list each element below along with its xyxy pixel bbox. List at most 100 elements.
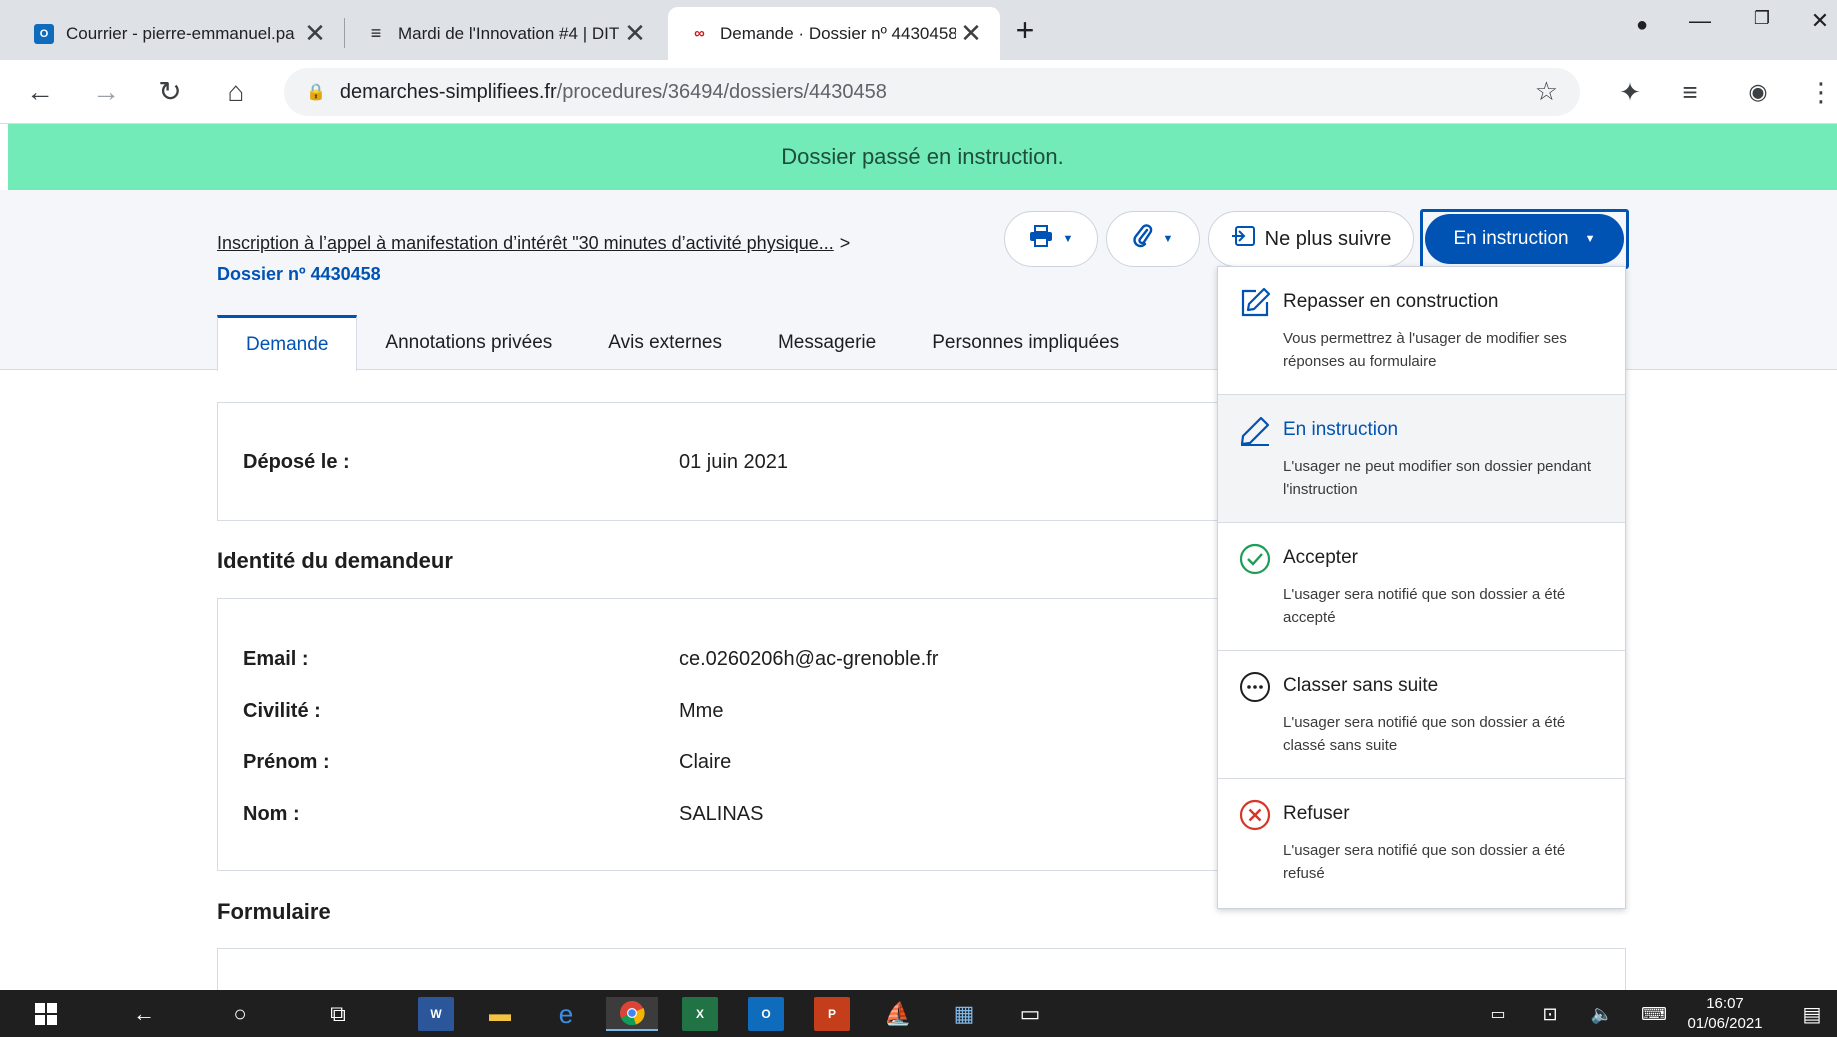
edit-square-icon — [1239, 287, 1271, 319]
email-label: Email : — [243, 648, 309, 670]
notifications-icon[interactable]: ▤ — [1794, 997, 1830, 1031]
instruction-state-label: En instruction — [1453, 228, 1569, 249]
civilite-value: Mme — [679, 700, 724, 722]
excel-icon[interactable]: X — [682, 997, 718, 1031]
menu-item-classer-sans-suite[interactable]: Classer sans suite L'usager sera notifié… — [1218, 651, 1625, 779]
menu-item-title: Repasser en construction — [1283, 291, 1499, 312]
taskbar-search-icon[interactable]: ○ — [222, 997, 258, 1031]
menu-item-repasser-en-construction[interactable]: Repasser en construction Vous permettrez… — [1218, 267, 1625, 395]
outlook-icon: O — [34, 23, 54, 44]
taskbar-back-icon[interactable]: ← — [126, 997, 162, 1031]
browser-tab-demande[interactable]: ∞ Demande · Dossier nº 4430458 ✕ — [668, 7, 1000, 60]
ditp-icon: ≡ — [370, 23, 382, 43]
minimize-icon[interactable]: — — [1680, 8, 1720, 34]
menu-item-accepter[interactable]: Accepter L'usager sera notifié que son d… — [1218, 523, 1625, 651]
ellipsis-circle-icon — [1239, 671, 1271, 703]
forward-icon[interactable]: → — [88, 74, 124, 110]
flash-message: Dossier passé en instruction. — [781, 144, 1064, 169]
volume-icon[interactable]: 🔈 — [1584, 997, 1620, 1031]
instruction-state-menu: Repasser en construction Vous permettrez… — [1217, 266, 1626, 909]
media-control-icon[interactable]: ≡ — [1672, 74, 1708, 110]
unfollow-icon — [1231, 226, 1255, 252]
paperclip-icon — [1132, 224, 1153, 254]
chevron-down-icon: ▼ — [1062, 233, 1074, 245]
new-tab-button[interactable]: + — [1005, 12, 1045, 49]
app-terminal-icon[interactable]: ▭ — [1012, 997, 1048, 1031]
unfollow-button[interactable]: Ne plus suivre — [1208, 211, 1414, 267]
system-clock[interactable]: 16:07 01/06/2021 — [1680, 994, 1770, 1034]
browser-toolbar: ← → ↻ ⌂ 🔒 demarches-simplifiees.fr/proce… — [0, 60, 1837, 124]
nom-label: Nom : — [243, 803, 300, 825]
internet-explorer-icon[interactable]: e — [548, 997, 584, 1031]
app-remote-icon[interactable]: ▦ — [946, 997, 982, 1031]
tab-messagerie[interactable]: Messagerie — [750, 316, 904, 370]
keyboard-icon[interactable]: ⌨ — [1636, 997, 1672, 1031]
chevron-down-icon: ▼ — [1162, 233, 1174, 245]
url-path: /procedures/36494/dossiers/4430458 — [556, 80, 887, 103]
word-icon[interactable]: W — [418, 997, 454, 1031]
close-icon[interactable]: ✕ — [956, 18, 986, 49]
email-value: ce.0260206h@ac-grenoble.fr — [679, 648, 939, 670]
browser-tab-strip: O Courrier - pierre-emmanuel.pa ✕ ≡ Mard… — [0, 0, 1837, 60]
reload-icon[interactable]: ↻ — [152, 74, 188, 110]
address-bar[interactable]: 🔒 demarches-simplifiees.fr/procedures/36… — [284, 68, 1580, 116]
windows-taskbar: ← ○ ⧉ W ▬ e X O P ⛵ ▦ ▭ ▭ ⊡ 🔈 ⌨ 16:07 01… — [0, 990, 1837, 1037]
form-section-title: Formulaire — [217, 899, 331, 924]
chrome-icon[interactable] — [606, 997, 658, 1031]
check-circle-icon — [1239, 543, 1271, 575]
profile-avatar-icon[interactable]: ◉ — [1740, 74, 1776, 110]
file-explorer-icon[interactable]: ▬ — [482, 997, 518, 1031]
deposit-value: 01 juin 2021 — [679, 451, 788, 473]
tab-demande[interactable]: Demande — [217, 315, 358, 371]
profile-menu-icon[interactable]: ● — [1622, 14, 1662, 37]
tab-avis-externes[interactable]: Avis externes — [580, 316, 750, 370]
app-boat-icon[interactable]: ⛵ — [880, 997, 916, 1031]
back-icon[interactable]: ← — [22, 74, 58, 110]
close-icon[interactable]: ✕ — [300, 18, 330, 49]
demarches-icon: ∞ — [694, 25, 705, 42]
screen: O Courrier - pierre-emmanuel.pa ✕ ≡ Mard… — [0, 0, 1837, 1037]
task-view-icon[interactable]: ⧉ — [320, 997, 356, 1031]
browser-tab-ditp[interactable]: ≡ Mardi de l'Innovation #4 | DITP ✕ — [346, 7, 664, 60]
menu-item-title: Accepter — [1283, 547, 1358, 568]
url-host: demarches-simplifiees.fr — [339, 80, 557, 103]
close-icon[interactable]: ✕ — [620, 18, 650, 49]
tab-personnes-impliquees[interactable]: Personnes impliquées — [904, 316, 1147, 370]
prenom-label: Prénom : — [243, 751, 330, 773]
nom-value: SALINAS — [679, 803, 764, 825]
window-close-icon[interactable]: ✕ — [1800, 8, 1837, 34]
dossier-tabs: Demande Annotations privées Avis externe… — [217, 315, 1147, 371]
menu-item-description: L'usager sera notifié que son dossier a … — [1283, 714, 1566, 754]
pencil-icon — [1239, 415, 1271, 447]
browser-tab-outlook[interactable]: O Courrier - pierre-emmanuel.pa ✕ — [14, 7, 344, 60]
breadcrumb-procedure-link[interactable]: Inscription à l’appel à manifestation d’… — [217, 233, 834, 253]
bookmark-star-icon[interactable]: ☆ — [1535, 76, 1558, 107]
menu-item-en-instruction[interactable]: En instruction L'usager ne peut modifier… — [1218, 395, 1625, 523]
tab-annotations-privees[interactable]: Annotations privées — [357, 316, 580, 370]
outlook-taskbar-icon[interactable]: O — [748, 997, 784, 1031]
menu-item-refuser[interactable]: Refuser L'usager sera notifié que son do… — [1218, 779, 1625, 907]
network-icon[interactable]: ⊡ — [1532, 997, 1568, 1031]
clock-date: 01/06/2021 — [1687, 1015, 1763, 1032]
identity-section-title: Identité du demandeur — [217, 548, 453, 573]
restore-icon[interactable]: ❐ — [1742, 8, 1782, 29]
chevron-down-icon: ▼ — [1584, 233, 1596, 245]
print-button[interactable]: ▼ — [1004, 211, 1098, 267]
prenom-value: Claire — [679, 751, 732, 773]
attachments-button[interactable]: ▼ — [1106, 211, 1200, 267]
menu-item-description: L'usager sera notifié que son dossier a … — [1283, 586, 1566, 626]
menu-item-title: Refuser — [1283, 803, 1350, 824]
breadcrumb-current: Dossier nº 4430458 — [217, 264, 381, 284]
instruction-state-button[interactable]: En instruction ▼ — [1420, 209, 1629, 269]
windows-start-icon[interactable] — [28, 997, 64, 1031]
extensions-icon[interactable]: ✦ — [1612, 74, 1648, 110]
x-circle-icon — [1239, 799, 1271, 831]
instruction-state-pill[interactable]: En instruction ▼ — [1425, 214, 1624, 264]
browser-menu-icon[interactable]: ⋮ — [1808, 74, 1834, 110]
tab-title: Mardi de l'Innovation #4 | DITP — [398, 23, 620, 43]
powerpoint-icon[interactable]: P — [814, 997, 850, 1031]
deposit-label: Déposé le : — [243, 451, 350, 473]
menu-item-description: Vous permettrez à l'usager de modifier s… — [1283, 330, 1567, 370]
battery-icon[interactable]: ▭ — [1480, 997, 1516, 1031]
home-icon[interactable]: ⌂ — [218, 74, 254, 110]
